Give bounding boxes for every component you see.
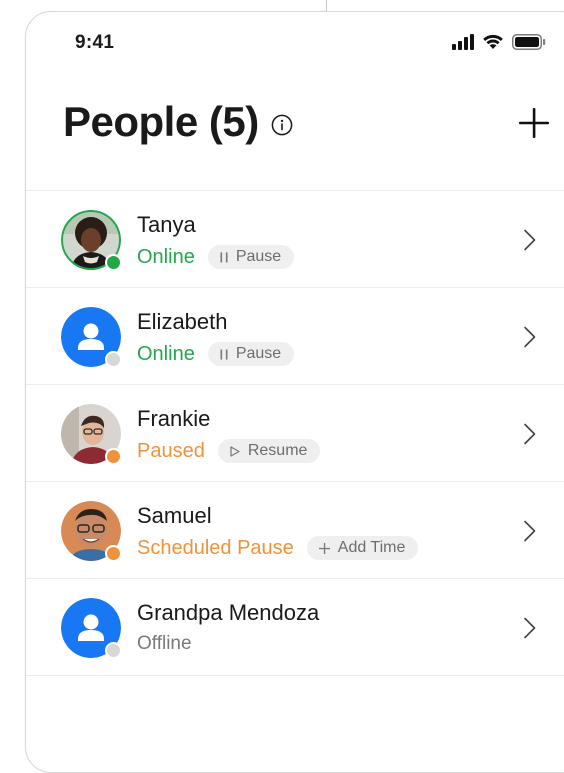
avatar [61,598,122,659]
status-bar: 9:41 [26,12,564,74]
status-icons [452,34,552,56]
status-dot-offline [105,642,122,659]
person-status-line: Online Pause [137,245,295,269]
status-dot-online [105,254,122,271]
person-status-line: Offline [137,633,192,655]
person-name: Grandpa Mendoza [137,600,320,625]
phone-screen: 9:41 People (5) Tanya Online Pause Eliza… [25,11,564,773]
person-status: Scheduled Pause [137,536,294,559]
status-dot-paused [105,545,122,562]
person-name: Samuel [137,503,212,528]
page-header: People (5) [26,92,564,172]
pause-icon [220,349,228,360]
play-icon [230,445,240,457]
title-wrap: People (5) [63,98,293,146]
pause-label: Pause [235,345,282,362]
people-list: Tanya Online Pause Elizabeth Online Paus… [26,190,564,676]
avatar [61,404,122,465]
chevron-right-icon [524,617,536,639]
person-status-line: Scheduled Pause Add Time [137,536,419,560]
person-status: Paused [137,439,205,462]
person-row-grandpa-mendoza[interactable]: Grandpa Mendoza Offline [26,578,564,676]
person-row-frankie[interactable]: Frankie Paused Resume [26,384,564,481]
person-name: Frankie [137,406,211,431]
status-dot-offline [105,351,122,368]
pause-icon [220,252,228,263]
person-status: Online [137,245,195,268]
avatar [61,501,122,562]
battery-icon [512,34,546,50]
person-status-line: Online Pause [137,342,295,366]
person-name: Tanya [137,212,196,237]
person-row-samuel[interactable]: Samuel Scheduled Pause Add Time [26,481,564,578]
person-status-line: Paused Resume [137,439,321,463]
person-status: Online [137,342,195,365]
page-title: People (5) [63,98,259,145]
status-dot-paused [105,448,122,465]
wifi-icon [483,34,503,49]
info-icon[interactable] [271,114,293,136]
add-person-button[interactable] [514,104,554,144]
resume-button[interactable]: Resume [217,439,321,463]
add-time-button[interactable]: Add Time [306,536,419,560]
pause-label: Pause [235,248,282,265]
pause-button[interactable]: Pause [207,245,295,269]
avatar [61,210,122,271]
chevron-right-icon [524,423,536,445]
avatar [61,307,122,368]
chevron-right-icon [524,520,536,542]
person-row-elizabeth[interactable]: Elizabeth Online Pause [26,287,564,384]
person-name: Elizabeth [137,309,228,334]
pause-button[interactable]: Pause [207,342,295,366]
signal-icon [452,34,474,50]
chevron-right-icon [524,229,536,251]
status-time: 9:41 [75,32,115,53]
plus-icon [318,542,330,554]
plus-icon [519,108,549,138]
person-row-tanya[interactable]: Tanya Online Pause [26,190,564,287]
person-status: Offline [137,633,192,654]
resume-label: Resume [247,442,308,459]
add-time-label: Add Time [337,539,406,556]
chevron-right-icon [524,326,536,348]
